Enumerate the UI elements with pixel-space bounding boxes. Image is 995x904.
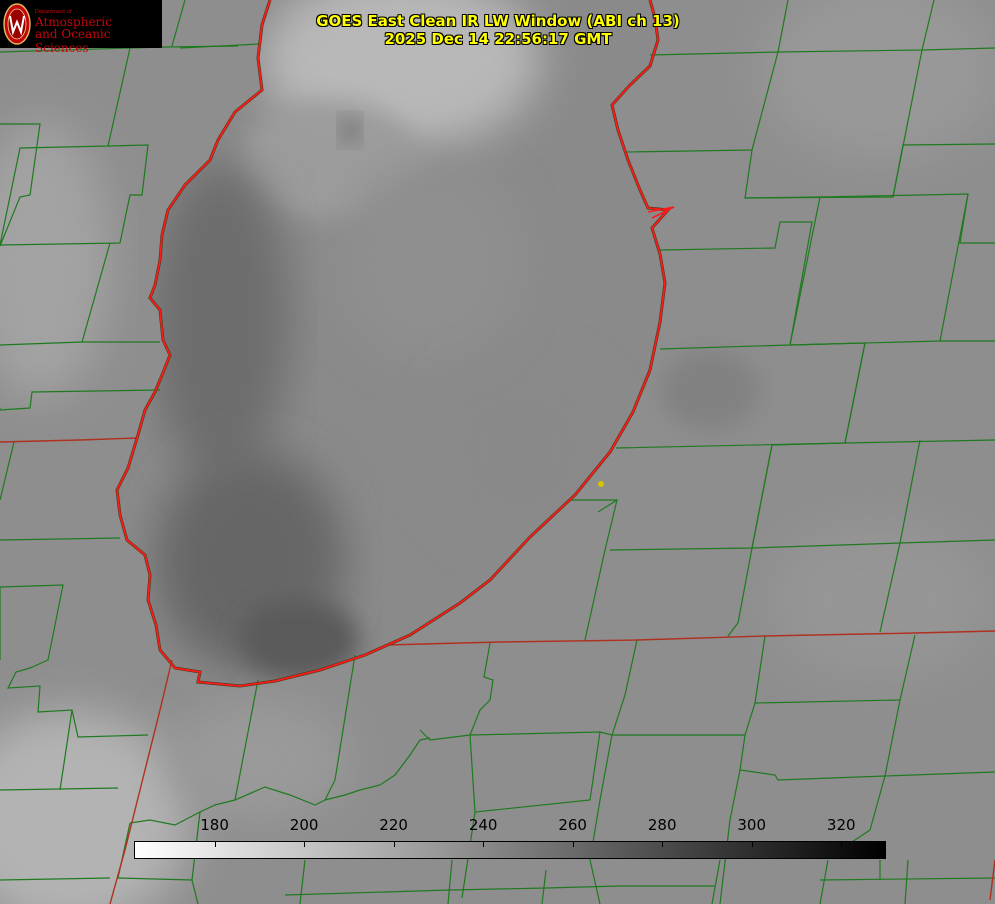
colorbar-tick-label: 320 [826,816,856,834]
ir-satellite-map [0,0,995,904]
colorbar-tick-label: 260 [558,816,587,834]
satellite-image-viewer: Department of Atmospheric and Oceanic Sc… [0,0,995,904]
colorbar-tick-label: 180 [200,816,229,834]
colorbar-tick-mark [393,842,395,847]
image-title: GOES East Clean IR LW Window (ABI ch 13) [316,12,680,30]
colorbar-tick-mark [304,842,306,847]
colorbar-tick-mark [662,842,664,847]
colorbar-tick-label: 240 [468,816,498,834]
uw-aos-logo: Department of Atmospheric and Oceanic Sc… [0,0,162,55]
colorbar-tick-mark [483,842,485,847]
colorbar-tick-label: 300 [737,816,767,834]
colorbar-tick-mark [751,842,753,847]
image-timestamp: 2025 Dec 14 22:56:17 GMT [384,30,612,48]
colorbar-tick-mark [841,842,843,847]
colorbar-tick-label: 200 [289,816,319,834]
colorbar-tick-label: 280 [647,816,677,834]
brightness-temperature-colorbar [134,841,886,859]
university-crest-icon [3,3,31,45]
colorbar-tick-mark [572,842,574,847]
location-marker [598,481,604,487]
logo-line2: and Oceanic Sciences [35,27,111,55]
colorbar-tick-label: 220 [379,816,408,834]
colorbar-tick-mark [214,842,216,847]
